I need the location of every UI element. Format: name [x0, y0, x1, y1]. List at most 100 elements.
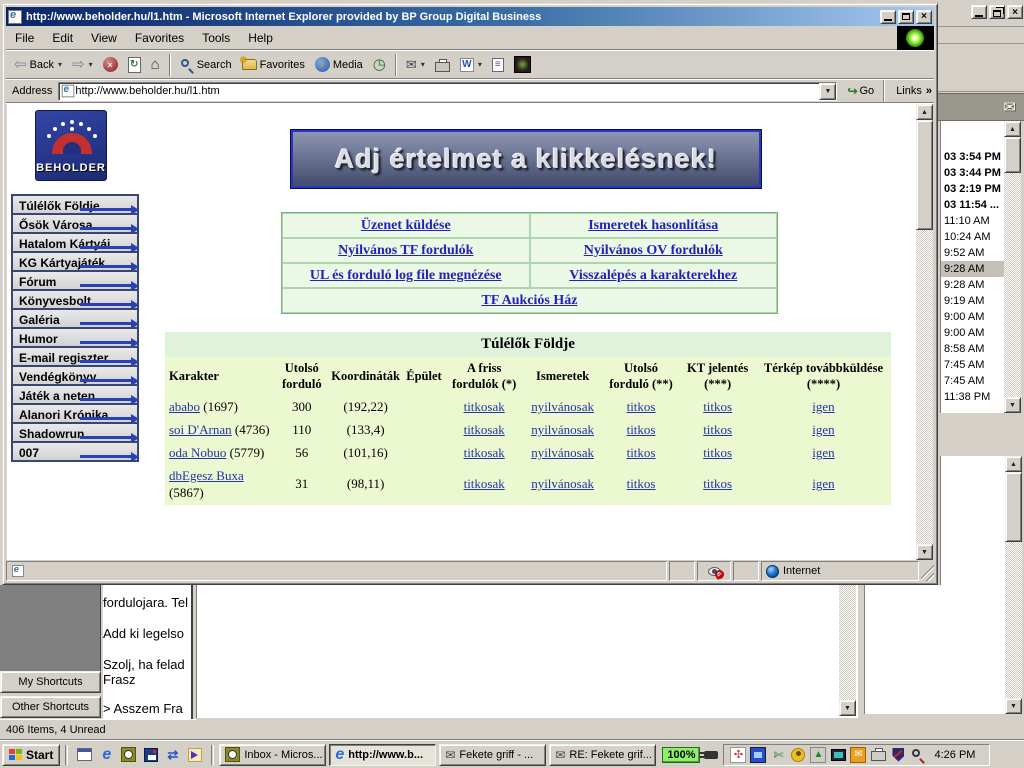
- task-browser[interactable]: e http://www.b...: [329, 744, 436, 766]
- chevron-down-icon[interactable]: ▾: [421, 60, 425, 69]
- back-button[interactable]: ⇦ Back ▾: [10, 53, 66, 77]
- sidebar-item-osok-varosa[interactable]: Ősök Városa: [11, 213, 139, 234]
- sidebar-item-shadowrun[interactable]: Shadowrun: [11, 422, 139, 443]
- my-shortcuts-button[interactable]: My Shortcuts: [0, 671, 101, 693]
- list-item[interactable]: 11:10 AM: [941, 213, 1004, 229]
- list-item[interactable]: 9:00 AM: [941, 309, 1004, 325]
- list-item[interactable]: 11:38 PM: [941, 389, 1004, 405]
- print-button[interactable]: [431, 53, 454, 77]
- tray-user-icon[interactable]: [790, 747, 806, 763]
- list-item[interactable]: 03 11:54 ...: [941, 197, 1004, 213]
- battery-meter[interactable]: 100%: [662, 747, 718, 763]
- link-uzenet-kuldese[interactable]: Üzenet küldése: [361, 218, 451, 234]
- custom-tool-button[interactable]: [510, 53, 535, 77]
- message-list-scrollbar[interactable]: ▲ ▼: [1004, 121, 1021, 413]
- link-tf-aukcios-haz[interactable]: TF Aukciós Ház: [482, 293, 578, 309]
- sidebar-item-alanori-kronika[interactable]: Alanori Krónika: [11, 403, 139, 424]
- sidebar-item-forum[interactable]: Fórum: [11, 270, 139, 291]
- minimize-icon[interactable]: [880, 10, 896, 24]
- new-mail-icon[interactable]: [76, 746, 93, 763]
- scroll-down-icon[interactable]: ▼: [1004, 397, 1021, 413]
- search-button[interactable]: Search: [176, 53, 236, 77]
- list-item[interactable]: 03 3:54 PM: [941, 149, 1004, 165]
- forward-button[interactable]: ⇨ ▾: [68, 53, 97, 77]
- menu-tools[interactable]: Tools: [193, 29, 239, 47]
- character-link[interactable]: ababo: [169, 399, 200, 414]
- go-button[interactable]: ↪ Go: [841, 83, 880, 99]
- link-ul-log-megnezese[interactable]: UL és forduló log file megnézése: [310, 268, 502, 284]
- list-item[interactable]: 8:58 AM: [941, 341, 1004, 357]
- kt-report-link[interactable]: titkos: [703, 445, 732, 460]
- other-shortcuts-button[interactable]: Other Shortcuts: [0, 696, 101, 718]
- character-link[interactable]: dbEgesz Buxa: [169, 468, 244, 483]
- link-nyilvanos-tf-fordulok[interactable]: Nyilvános TF fordulók: [338, 243, 473, 259]
- link-visszalepes[interactable]: Visszalépés a karakterekhez: [569, 268, 737, 284]
- list-item[interactable]: 03 3:44 PM: [941, 165, 1004, 181]
- fresh-turns-link[interactable]: titkosak: [464, 445, 505, 460]
- kt-report-link[interactable]: titkos: [703, 476, 732, 491]
- chevron-down-icon[interactable]: ▾: [89, 60, 93, 69]
- sidebar-item-humor[interactable]: Humor: [11, 327, 139, 348]
- stop-button[interactable]: ×: [99, 53, 122, 77]
- map-forward-link[interactable]: igen: [812, 422, 834, 437]
- scrollbar-thumb[interactable]: [916, 120, 933, 230]
- scroll-up-icon[interactable]: ▲: [916, 104, 933, 120]
- scrollbar-thumb[interactable]: [1005, 472, 1022, 542]
- scrollbar-thumb[interactable]: [1004, 137, 1021, 173]
- sync-icon[interactable]: ⇄: [164, 746, 181, 763]
- tray-fan-icon[interactable]: ✣: [730, 747, 746, 763]
- beholder-logo[interactable]: BEHOLDER: [35, 110, 107, 181]
- list-item[interactable]: 9:28 AM: [941, 277, 1004, 293]
- taskbar-clock[interactable]: 4:26 PM: [930, 749, 983, 761]
- discuss-button[interactable]: ≡: [488, 53, 508, 77]
- mail-button[interactable]: ✉ ▾: [402, 53, 429, 77]
- character-link[interactable]: soi D'Arnan: [169, 422, 232, 437]
- knowledge-link[interactable]: nyilvánosak: [531, 399, 594, 414]
- menu-favorites[interactable]: Favorites: [126, 29, 193, 47]
- last-turn-link[interactable]: titkos: [627, 445, 656, 460]
- sidebar-item-vendegkonyv[interactable]: Vendégkönyv: [11, 365, 139, 386]
- list-item[interactable]: 03 2:19 PM: [941, 181, 1004, 197]
- home-button[interactable]: ⌂: [147, 53, 164, 77]
- outlook-icon[interactable]: [120, 746, 137, 763]
- sidebar-item-hatalom-kartyai[interactable]: Hatalom Kártyái: [11, 232, 139, 253]
- start-button[interactable]: Start: [2, 744, 60, 766]
- task-mail-2[interactable]: ✉ RE: Fekete grif...: [549, 744, 656, 766]
- media-button[interactable]: ♪ Media: [311, 53, 367, 77]
- map-forward-link[interactable]: igen: [812, 399, 834, 414]
- list-item[interactable]: 7:45 AM: [941, 357, 1004, 373]
- close-icon[interactable]: ×: [916, 10, 932, 24]
- last-turn-link[interactable]: titkos: [627, 399, 656, 414]
- media-player-icon[interactable]: [186, 746, 203, 763]
- scroll-down-icon[interactable]: ▼: [916, 544, 933, 560]
- menu-view[interactable]: View: [82, 29, 126, 47]
- character-link[interactable]: oda Nobuo: [169, 445, 226, 460]
- resize-grip[interactable]: [921, 561, 934, 581]
- tray-magnifier-icon[interactable]: [910, 747, 926, 763]
- knowledge-link[interactable]: nyilvánosak: [531, 445, 594, 460]
- fresh-turns-link[interactable]: titkosak: [464, 476, 505, 491]
- sidebar-item-konyvesbolt[interactable]: Könyvesbolt: [11, 289, 139, 310]
- chevron-down-icon[interactable]: ▾: [58, 60, 62, 69]
- address-combo[interactable]: e ▼: [58, 82, 837, 101]
- internet-explorer-icon[interactable]: e: [98, 746, 115, 763]
- fresh-turns-link[interactable]: titkosak: [464, 399, 505, 414]
- restore-icon[interactable]: [989, 5, 1005, 19]
- edit-button[interactable]: W ▾: [456, 53, 486, 77]
- sidebar-item-galeria[interactable]: Galéria: [11, 308, 139, 329]
- tray-shield-icon[interactable]: [890, 747, 906, 763]
- task-mail-1[interactable]: ✉ Fekete griff - ...: [439, 744, 546, 766]
- last-turn-link[interactable]: titkos: [627, 476, 656, 491]
- tray-printer-icon[interactable]: [870, 747, 886, 763]
- tray-mail-icon[interactable]: ✉: [850, 747, 866, 763]
- minimize-icon[interactable]: [971, 5, 987, 19]
- address-dropdown-icon[interactable]: ▼: [819, 83, 836, 100]
- sidebar-item-007[interactable]: 007: [11, 441, 139, 462]
- menu-file[interactable]: File: [6, 29, 43, 47]
- sidebar-item-kg-kartyajatek[interactable]: KG Kártyajáték: [11, 251, 139, 272]
- menu-help[interactable]: Help: [239, 29, 282, 47]
- scroll-up-icon[interactable]: ▲: [1004, 121, 1021, 137]
- tray-eject-icon[interactable]: ▲: [810, 747, 826, 763]
- content-pane-scrollbar[interactable]: ▼: [839, 585, 856, 716]
- kt-report-link[interactable]: titkos: [703, 422, 732, 437]
